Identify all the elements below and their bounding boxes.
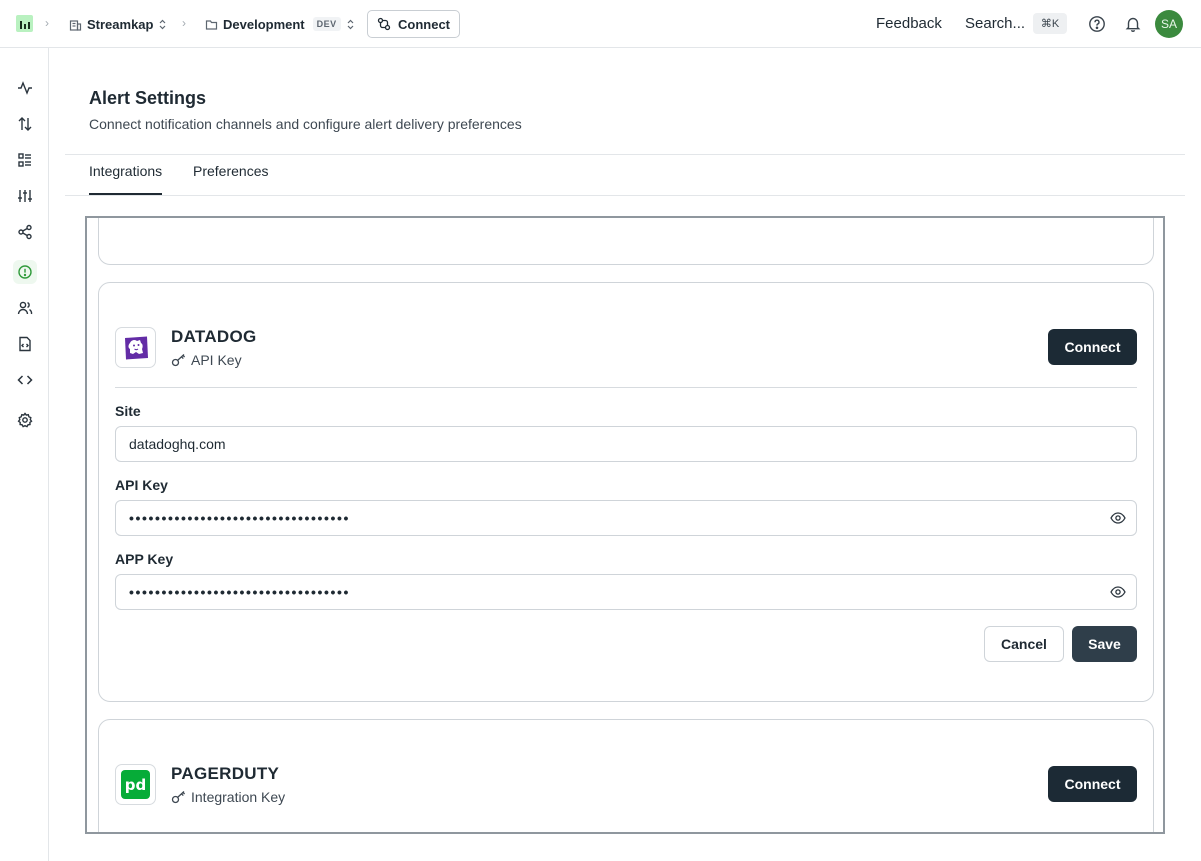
building-icon: [69, 19, 82, 31]
chevron-updown-icon: [160, 19, 166, 29]
nav-list[interactable]: [13, 148, 37, 172]
settings-icon: [17, 412, 33, 428]
datadog-dog-icon: [124, 336, 148, 359]
nav-transfers[interactable]: [13, 112, 37, 136]
integration-name: DATADOG: [171, 327, 257, 346]
help-icon[interactable]: [1088, 15, 1106, 33]
site-value: datadoghq.com: [129, 436, 226, 452]
nav-share[interactable]: [13, 220, 37, 244]
chevron-right-icon: ›: [45, 16, 49, 30]
divider: [115, 387, 1137, 388]
users-icon: [17, 301, 33, 315]
environment-name: Development: [223, 16, 305, 32]
integration-auth-type: API Key: [171, 352, 242, 368]
bell-icon[interactable]: [1124, 15, 1142, 33]
app-key-input[interactable]: ••••••••••••••••••••••••••••••••••: [115, 574, 1137, 610]
folder-icon: [205, 19, 218, 30]
file-code-icon: [19, 336, 31, 352]
divider: [65, 154, 1185, 155]
activity-icon: [18, 81, 32, 95]
plug-icon: [377, 17, 391, 31]
transfers-icon: [18, 117, 32, 131]
connect-label: Connect: [398, 16, 450, 32]
integration-card-previous: [98, 218, 1154, 265]
org-switcher[interactable]: Streamkap: [69, 14, 167, 34]
page-title: Alert Settings: [89, 88, 207, 108]
search-shortcut: ⌘K: [1033, 13, 1067, 34]
nav-sliders[interactable]: [13, 184, 37, 208]
auth-type-label: API Key: [191, 352, 242, 368]
connect-button[interactable]: Connect: [367, 10, 460, 38]
env-badge: DEV: [312, 17, 341, 31]
save-button[interactable]: Save: [1072, 626, 1137, 662]
list-icon: [18, 153, 31, 167]
org-name: Streamkap: [87, 16, 154, 32]
api-key-input[interactable]: ••••••••••••••••••••••••••••••••••: [115, 500, 1137, 536]
chevron-updown-icon: [347, 19, 354, 29]
api-key-value: ••••••••••••••••••••••••••••••••••: [129, 510, 351, 526]
feedback-link[interactable]: Feedback: [876, 15, 942, 32]
key-icon: [171, 354, 186, 367]
top-bar: › Streamkap › Development DEV Connect Fe…: [0, 0, 1201, 48]
eye-icon[interactable]: [1110, 511, 1126, 525]
share-icon: [18, 224, 32, 240]
sidebar: [0, 48, 49, 861]
divider: [65, 195, 1185, 196]
datadog-connect-button[interactable]: Connect: [1048, 329, 1137, 365]
auth-type-label: Integration Key: [191, 789, 286, 805]
alert-icon: [18, 265, 32, 279]
pagerduty-logo-mark: pd: [121, 770, 150, 799]
streamkap-logo[interactable]: [16, 15, 33, 32]
datadog-logo: [115, 327, 156, 368]
integration-card-datadog: DATADOG API Key Connect Site datadoghq.c…: [98, 282, 1154, 702]
sliders-icon: [18, 190, 32, 202]
chevron-right-icon: ›: [182, 16, 186, 30]
integration-card-pagerduty: pd PAGERDUTY Integration Key Connect: [98, 719, 1154, 832]
code-icon: [17, 375, 33, 385]
site-input[interactable]: datadoghq.com: [115, 426, 1137, 462]
nav-users[interactable]: [13, 296, 37, 320]
pagerduty-connect-button[interactable]: Connect: [1048, 766, 1137, 802]
nav-code[interactable]: [13, 368, 37, 392]
tab-preferences[interactable]: Preferences: [193, 163, 268, 195]
integration-name: PAGERDUTY: [171, 764, 280, 783]
environment-switcher[interactable]: Development DEV: [205, 14, 355, 34]
app-key-value: ••••••••••••••••••••••••••••••••••: [129, 584, 351, 600]
page-subtitle: Connect notification channels and config…: [89, 116, 522, 132]
integrations-scroll-panel[interactable]: DATADOG API Key Connect Site datadoghq.c…: [85, 216, 1165, 834]
key-icon: [171, 791, 186, 804]
avatar[interactable]: SA: [1155, 10, 1183, 38]
cancel-button[interactable]: Cancel: [984, 626, 1064, 662]
tab-integrations[interactable]: Integrations: [89, 163, 163, 195]
site-label: Site: [115, 403, 141, 419]
api-key-label: API Key: [115, 477, 168, 493]
eye-icon[interactable]: [1110, 585, 1126, 599]
integration-auth-type: Integration Key: [171, 789, 285, 805]
pagerduty-logo: pd: [115, 764, 156, 805]
search-trigger[interactable]: Search...: [965, 15, 1025, 32]
nav-alerts[interactable]: [13, 260, 37, 284]
nav-settings[interactable]: [13, 408, 37, 432]
nav-activity[interactable]: [13, 76, 37, 100]
nav-file-code[interactable]: [13, 332, 37, 356]
app-key-label: APP Key: [115, 551, 174, 567]
